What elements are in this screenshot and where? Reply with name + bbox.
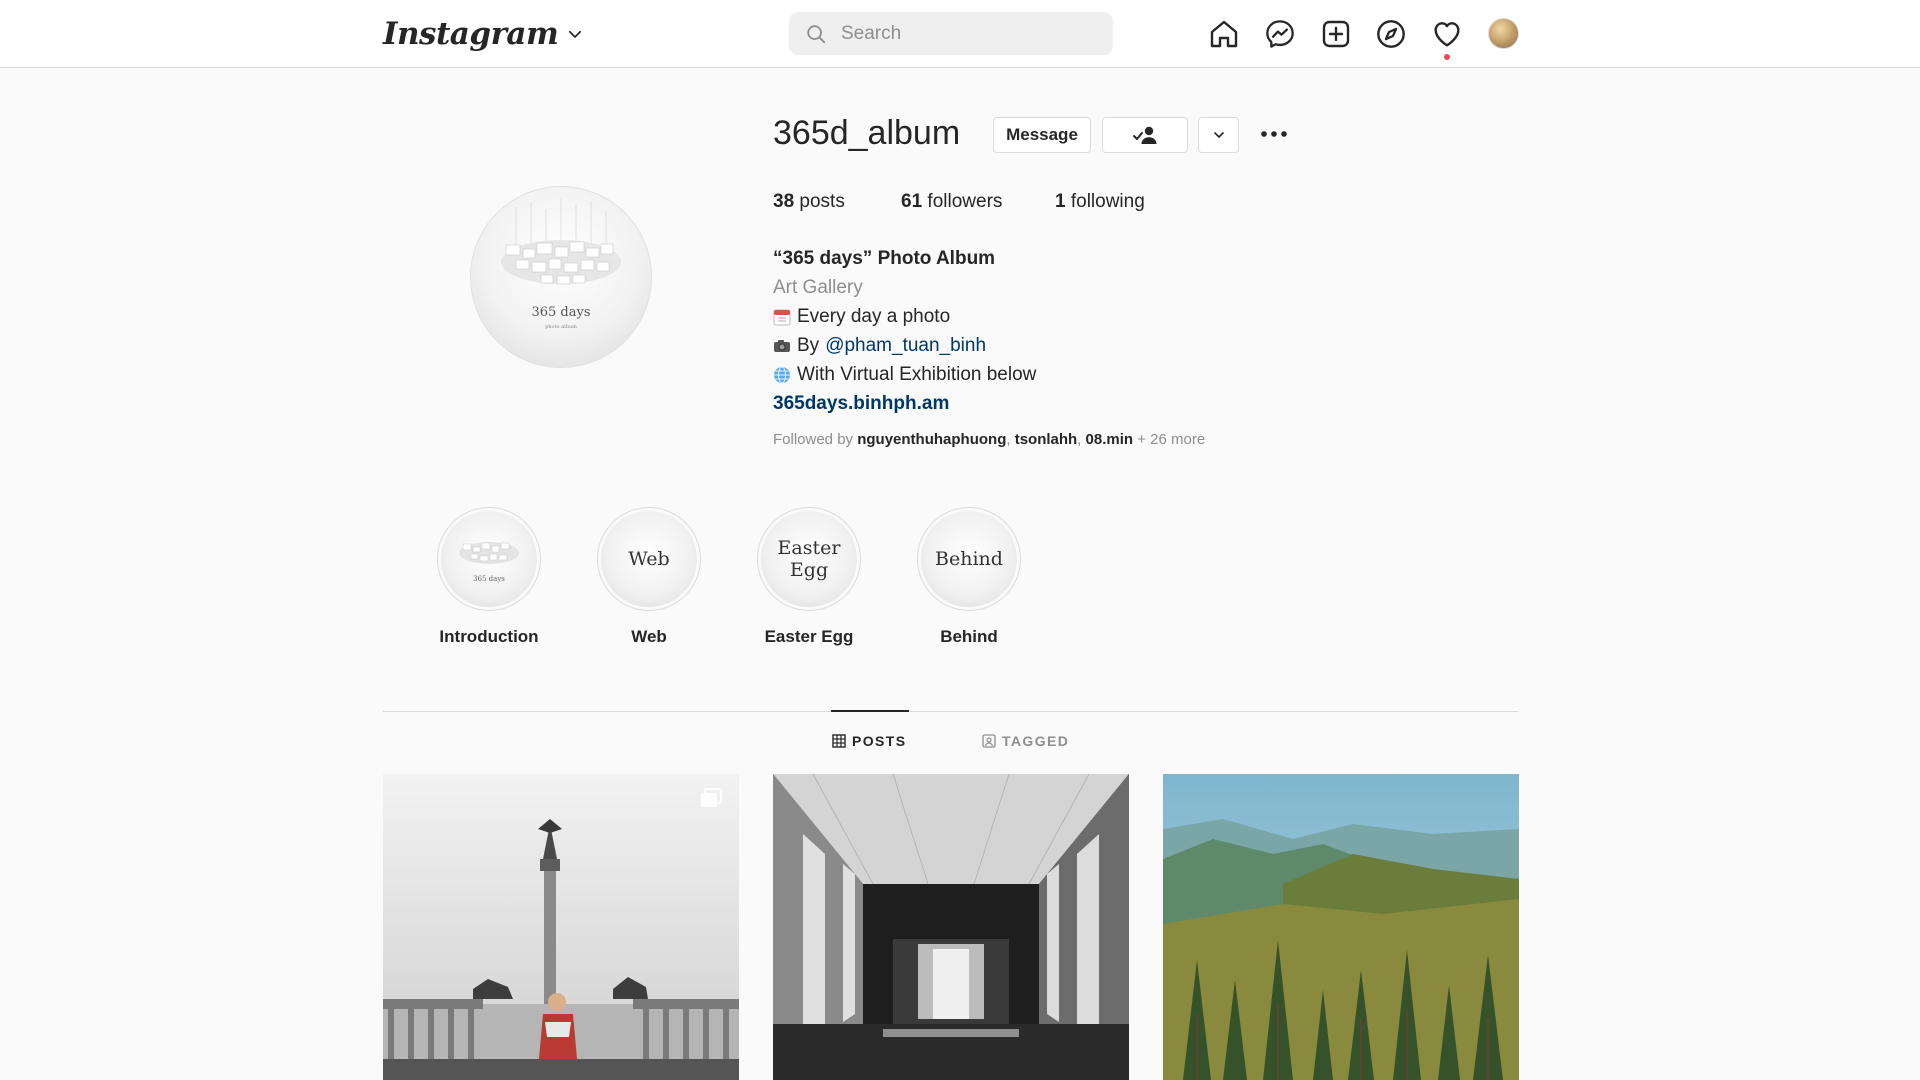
highlight-cover-text: 365 days	[473, 575, 505, 583]
followers-count: 61	[901, 191, 923, 212]
highlight-cover: Behind	[921, 511, 1017, 607]
highlight-web[interactable]: Web Web	[579, 507, 719, 647]
bio-mention-link[interactable]: @pham_tuan_binh	[825, 331, 986, 360]
highlight-cover-ring: 365 days	[437, 507, 541, 611]
following-count: 1	[1055, 191, 1066, 212]
tab-tagged-label: TAGGED	[1002, 733, 1070, 749]
follower-user-2[interactable]: tsonlahh	[1015, 431, 1078, 448]
followed-by-prefix: Followed by	[773, 431, 854, 448]
camera-emoji-icon	[774, 339, 790, 352]
highlight-cover-text: Easter Egg	[777, 537, 841, 581]
posts-count-stat: 38 posts	[773, 191, 845, 213]
followed-by-text: Followed by nguyenthuhaphuong, tsonlahh,…	[773, 431, 1205, 448]
bio-line-globe: With Virtual Exhibition below	[773, 360, 1373, 389]
post-image-building-interior	[773, 774, 1129, 1080]
instagram-logo[interactable]: Instagram	[383, 12, 584, 56]
cloud-collage-graphic	[459, 542, 519, 564]
suggested-accounts-button[interactable]	[1198, 117, 1239, 153]
chevron-down-icon	[1213, 132, 1224, 138]
posts-count: 38	[773, 191, 795, 212]
profile-username: 365d_album	[773, 114, 961, 152]
highlight-label: Web	[631, 627, 667, 646]
explore-icon	[1377, 20, 1405, 48]
highlight-label: Behind	[940, 627, 998, 646]
profile-picture-caption: 365 days	[531, 305, 591, 320]
tab-posts[interactable]: POSTS	[832, 733, 906, 749]
profile-bio: “365 days” Photo Album Art Gallery Every…	[773, 244, 1373, 418]
tab-posts-label: POSTS	[852, 733, 907, 749]
highlight-cover: Web	[601, 511, 697, 607]
tagged-person-icon	[982, 734, 996, 748]
profile-picture[interactable]: 365 days photo album	[470, 186, 652, 368]
bio-website-link[interactable]: 365days.binhph.am	[773, 389, 1373, 418]
explore-button[interactable]	[1371, 14, 1411, 54]
following-check-user-icon	[1133, 126, 1157, 144]
highlight-behind[interactable]: Behind Behind	[899, 507, 1039, 647]
bio-line-1-text: Every day a photo	[797, 306, 951, 327]
profile-avatar[interactable]	[1488, 18, 1519, 49]
activity-button[interactable]	[1427, 14, 1467, 54]
highlight-label: Introduction	[439, 627, 539, 646]
notification-dot	[1444, 54, 1450, 60]
profile-picture-subcaption: photo album	[545, 324, 577, 330]
more-options-icon	[1261, 131, 1287, 137]
post-thumbnail[interactable]	[1163, 774, 1519, 1080]
following-label: following	[1070, 191, 1145, 212]
calendar-emoji-icon	[773, 309, 791, 325]
highlight-easter-egg[interactable]: Easter Egg Easter Egg	[739, 507, 879, 647]
cloud-collage-graphic	[501, 199, 621, 285]
activity-heart-icon	[1434, 22, 1460, 47]
home-icon	[1210, 20, 1238, 48]
globe-emoji-icon	[774, 366, 790, 383]
highlight-cover-ring: Behind	[917, 507, 1021, 611]
chevron-down-icon	[569, 30, 582, 38]
messenger-button[interactable]	[1260, 14, 1300, 54]
highlight-cover: Easter Egg	[761, 511, 857, 607]
active-tab-indicator	[831, 710, 909, 712]
follower-user-3[interactable]: 08.min	[1086, 431, 1134, 448]
followers-label: followers	[927, 191, 1003, 212]
followed-by-more[interactable]: + 26 more	[1137, 431, 1205, 448]
post-image-mountain-forest	[1163, 774, 1519, 1080]
post-thumbnail[interactable]	[773, 774, 1129, 1080]
highlight-cover-ring: Easter Egg	[757, 507, 861, 611]
followers-stat[interactable]: 61 followers	[901, 191, 1002, 213]
follower-user-1[interactable]: nguyenthuhaphuong	[857, 431, 1006, 448]
search-box[interactable]	[789, 12, 1113, 55]
post-thumbnail[interactable]	[383, 774, 739, 1080]
new-post-icon	[1322, 20, 1350, 48]
followed-by-separator: ,	[1077, 431, 1082, 448]
bio-line-calendar: Every day a photo	[773, 302, 1373, 331]
following-stat[interactable]: 1 following	[1055, 191, 1145, 213]
home-button[interactable]	[1204, 14, 1244, 54]
messenger-icon	[1266, 20, 1294, 48]
tab-tagged[interactable]: TAGGED	[982, 733, 1069, 749]
followed-by-separator: ,	[1006, 431, 1011, 448]
highlight-cover: 365 days	[441, 511, 537, 607]
search-input[interactable]	[841, 22, 1081, 45]
post-image-monument	[383, 774, 739, 1080]
bio-line-camera: By @pham_tuan_binh	[773, 331, 1373, 360]
highlight-cover-ring: Web	[597, 507, 701, 611]
new-post-button[interactable]	[1316, 14, 1356, 54]
following-button[interactable]	[1102, 117, 1188, 153]
top-navbar: Instagram	[0, 0, 1920, 68]
search-icon	[807, 24, 826, 43]
posts-label: posts	[799, 191, 845, 212]
grid-icon	[832, 734, 846, 748]
logo-text: Instagram	[383, 16, 559, 52]
message-button[interactable]: Message	[993, 117, 1091, 153]
bio-line-3-text: With Virtual Exhibition below	[797, 364, 1037, 385]
bio-line-2-prefix: By	[797, 335, 820, 356]
highlight-label: Easter Egg	[764, 627, 854, 646]
highlight-introduction[interactable]: 365 days Introduction	[419, 507, 559, 647]
bio-category: Art Gallery	[773, 277, 863, 298]
bio-full-name: “365 days” Photo Album	[773, 248, 996, 269]
tabs-divider	[383, 711, 1518, 712]
options-button[interactable]	[1258, 118, 1290, 150]
